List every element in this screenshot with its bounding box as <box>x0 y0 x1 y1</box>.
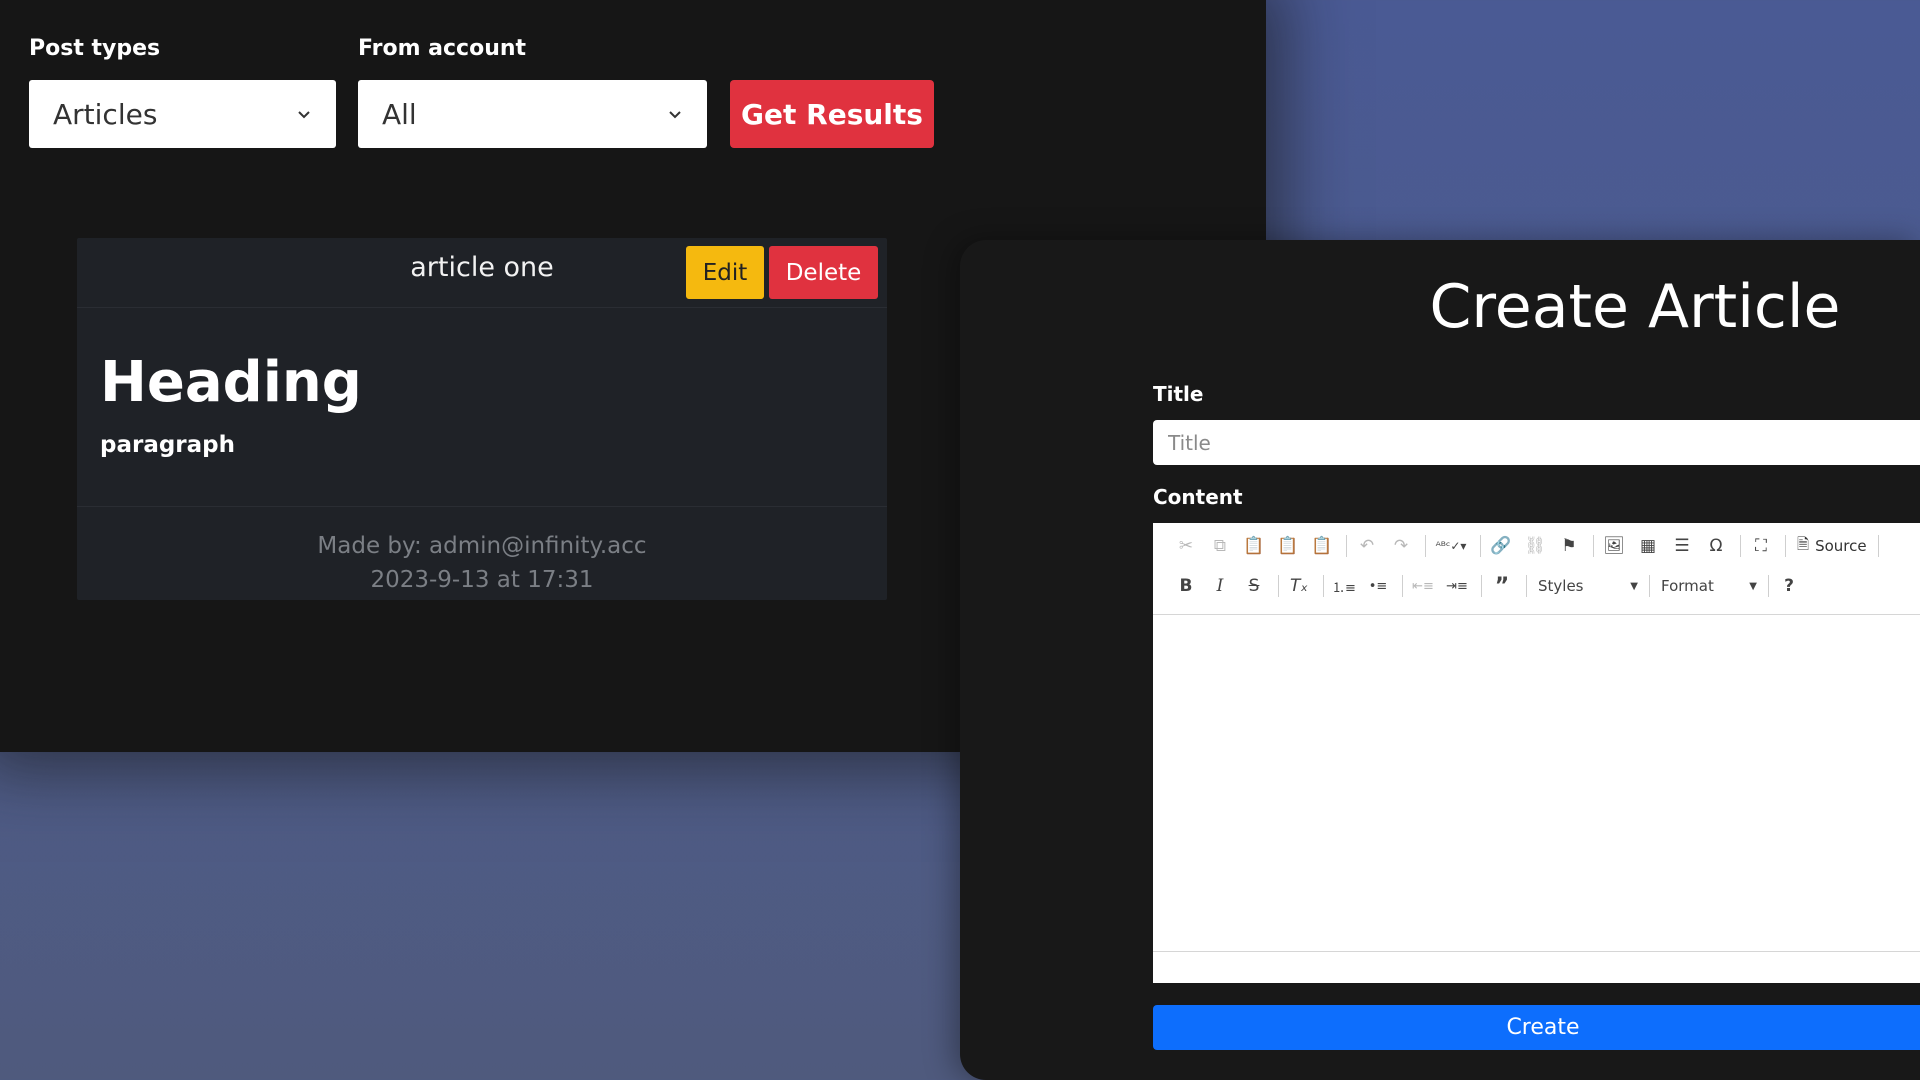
toolbar-separator <box>1768 575 1769 597</box>
source-doc-icon: 🗎 <box>1797 534 1810 553</box>
toolbar-separator <box>1425 535 1426 557</box>
get-results-button[interactable]: Get Results <box>730 80 934 148</box>
copy-icon[interactable]: ⧉ <box>1205 531 1235 561</box>
toolbar-separator <box>1526 575 1527 597</box>
toolbar-separator <box>1593 535 1594 557</box>
article-paragraph: paragraph <box>100 432 236 458</box>
toolbar-separator <box>1402 575 1403 597</box>
toolbar-separator <box>1323 575 1324 597</box>
from-account-select[interactable]: All <box>358 80 707 148</box>
caret-down-icon: ▼ <box>1630 580 1638 592</box>
table-icon[interactable]: ▦ <box>1633 531 1663 561</box>
chevron-down-icon <box>298 111 310 119</box>
rich-text-editor: ✂ ⧉ 📋 📋 📋 ↶ ↷ ᴬᴮᶜ✓▾ 🔗 ⛓ ⚑ 🖼 ▦ ☰ Ω ⛶ 🗎 So… <box>1153 523 1920 983</box>
toolbar-separator <box>1740 535 1741 557</box>
styles-label: Styles <box>1538 577 1584 595</box>
article-card: article one Edit Delete Heading paragrap… <box>77 238 887 600</box>
editor-toolbar: ✂ ⧉ 📋 📋 📋 ↶ ↷ ᴬᴮᶜ✓▾ 🔗 ⛓ ⚑ 🖼 ▦ ☰ Ω ⛶ 🗎 So… <box>1153 523 1920 615</box>
strikethrough-icon[interactable]: S <box>1239 571 1269 601</box>
caret-down-icon: ▼ <box>1749 580 1757 592</box>
title-label: Title <box>1153 382 1204 406</box>
paste-word-icon[interactable]: 📋 <box>1307 531 1337 561</box>
source-button[interactable]: 🗎 Source <box>1791 534 1873 559</box>
edit-button[interactable]: Edit <box>686 246 764 299</box>
cut-icon[interactable]: ✂ <box>1171 531 1201 561</box>
toolbar-separator <box>1346 535 1347 557</box>
indent-icon[interactable]: ⇥≡ <box>1442 571 1472 601</box>
create-article-modal: Create Article Title Content ✂ ⧉ 📋 📋 📋 ↶… <box>960 240 1920 1080</box>
styles-dropdown[interactable]: Styles ▼ <box>1532 577 1644 595</box>
italic-icon[interactable]: I <box>1205 571 1235 601</box>
toolbar-separator <box>1649 575 1650 597</box>
article-card-footer: Made by: admin@infinity.acc 2023-9-13 at… <box>77 506 887 600</box>
toolbar-separator <box>1278 575 1279 597</box>
source-label: Source <box>1815 537 1867 555</box>
article-heading: Heading <box>100 350 362 415</box>
help-icon[interactable]: ? <box>1774 571 1804 601</box>
editor-status-bar <box>1153 951 1920 983</box>
outdent-icon[interactable]: ⇤≡ <box>1408 571 1438 601</box>
title-input[interactable] <box>1153 420 1920 465</box>
numbered-list-icon[interactable]: ⒈≡ <box>1329 571 1359 601</box>
article-card-header: article one Edit Delete <box>77 238 887 308</box>
toolbar-separator <box>1785 535 1786 557</box>
create-button[interactable]: Create <box>1153 1005 1920 1050</box>
unlink-icon[interactable]: ⛓ <box>1520 531 1550 561</box>
maximize-icon[interactable]: ⛶ <box>1746 531 1776 561</box>
bulleted-list-icon[interactable]: •≡ <box>1363 571 1393 601</box>
editor-content-area[interactable] <box>1153 616 1920 951</box>
anchor-flag-icon[interactable]: ⚑ <box>1554 531 1584 561</box>
from-account-label: From account <box>358 36 527 61</box>
modal-title: Create Article <box>1429 272 1841 342</box>
article-title: article one <box>410 252 554 283</box>
format-dropdown[interactable]: Format ▼ <box>1655 577 1763 595</box>
horizontal-rule-icon[interactable]: ☰ <box>1667 531 1697 561</box>
toolbar-row-2: B I S Tₓ ⒈≡ •≡ ⇤≡ ⇥≡ ” Styles ▼ Format ▼… <box>1171 569 1808 603</box>
link-icon[interactable]: 🔗 <box>1486 531 1516 561</box>
content-label: Content <box>1153 485 1243 509</box>
post-types-select[interactable]: Articles <box>29 80 336 148</box>
article-date: 2023-9-13 at 17:31 <box>370 567 594 593</box>
toolbar-row-1: ✂ ⧉ 📋 📋 📋 ↶ ↷ ᴬᴮᶜ✓▾ 🔗 ⛓ ⚑ 🖼 ▦ ☰ Ω ⛶ 🗎 So… <box>1171 529 1884 563</box>
spellcheck-icon[interactable]: ᴬᴮᶜ✓▾ <box>1431 531 1471 561</box>
from-account-value: All <box>382 97 417 131</box>
paste-icon[interactable]: 📋 <box>1239 531 1269 561</box>
post-types-label: Post types <box>29 36 161 61</box>
special-char-icon[interactable]: Ω <box>1701 531 1731 561</box>
chevron-down-icon <box>669 111 681 119</box>
redo-icon[interactable]: ↷ <box>1386 531 1416 561</box>
post-types-value: Articles <box>53 97 158 131</box>
blockquote-icon[interactable]: ” <box>1487 571 1517 601</box>
bold-icon[interactable]: B <box>1171 571 1201 601</box>
format-label: Format <box>1661 577 1714 595</box>
image-icon[interactable]: 🖼 <box>1599 531 1629 561</box>
paste-text-icon[interactable]: 📋 <box>1273 531 1303 561</box>
article-author: Made by: admin@infinity.acc <box>317 533 647 559</box>
undo-icon[interactable]: ↶ <box>1352 531 1382 561</box>
toolbar-separator <box>1480 535 1481 557</box>
toolbar-separator <box>1877 535 1879 557</box>
delete-button[interactable]: Delete <box>769 246 878 299</box>
remove-format-icon[interactable]: Tₓ <box>1284 571 1314 601</box>
toolbar-separator <box>1481 575 1482 597</box>
